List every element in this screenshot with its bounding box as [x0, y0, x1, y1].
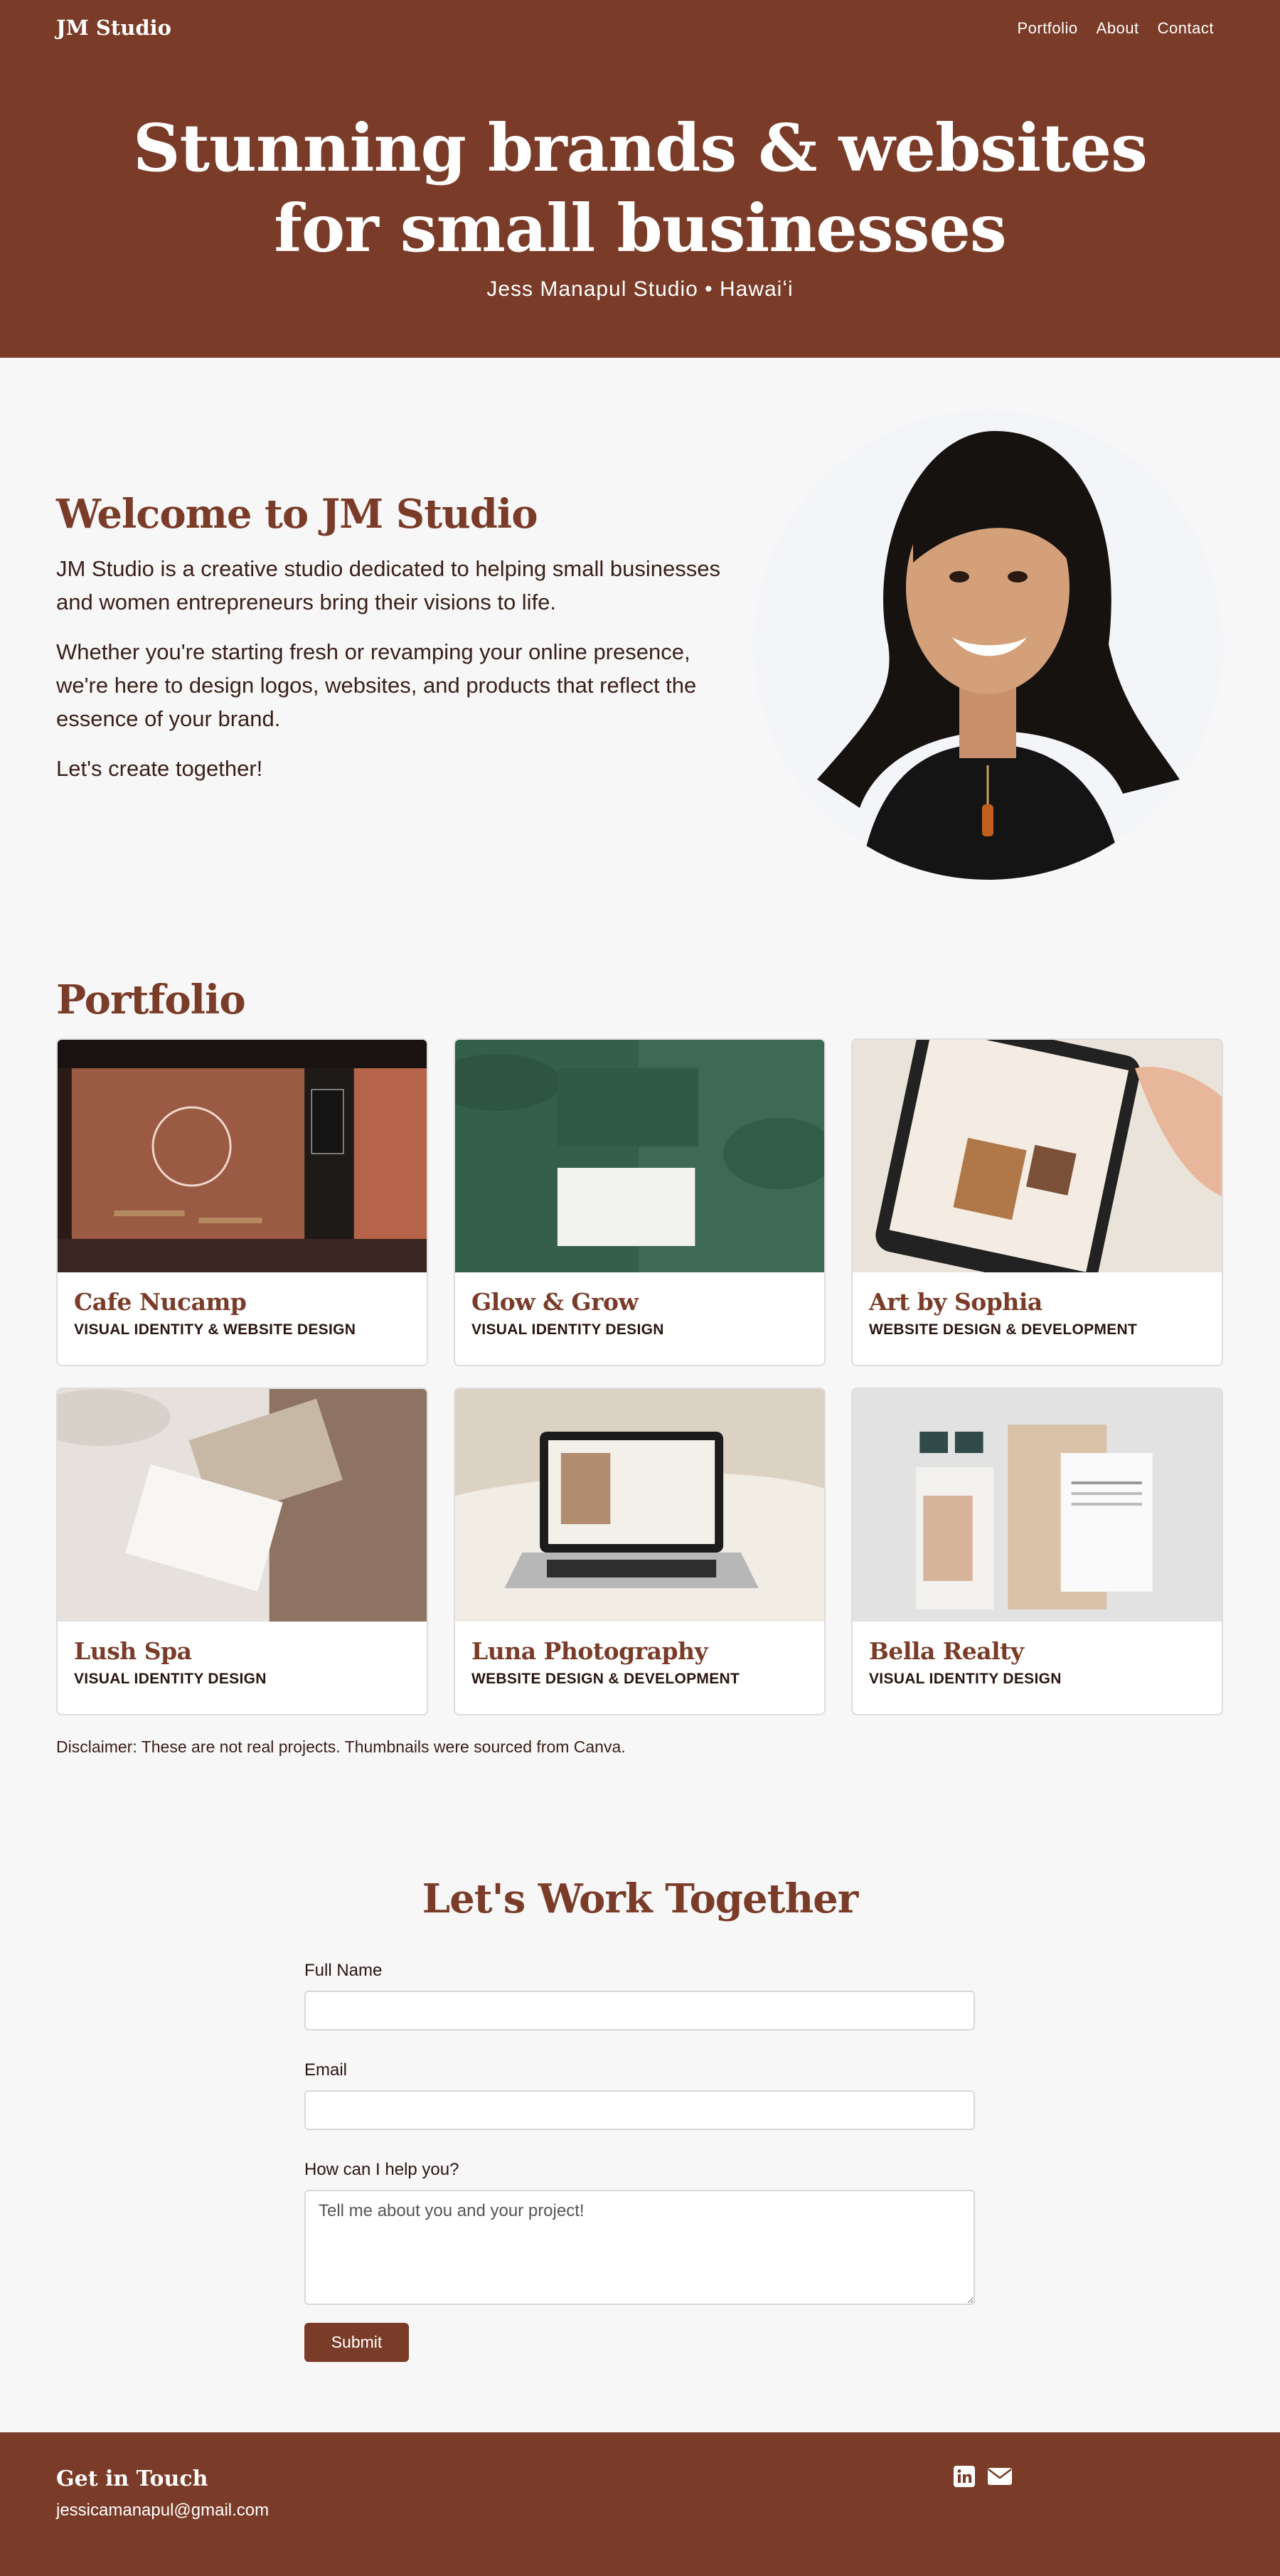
social-links	[953, 2465, 1013, 2491]
site-brand[interactable]: JM Studio	[56, 16, 171, 40]
portfolio-thumbnail	[853, 1040, 1222, 1272]
portfolio-card-tag: WEBSITE DESIGN & DEVELOPMENT	[471, 1671, 740, 1687]
portfolio-card-name: Art by Sophia	[869, 1288, 1042, 1316]
full-name-label: Full Name	[304, 1961, 383, 1980]
portfolio-card-cafe-nucamp[interactable]: Cafe Nucamp VISUAL IDENTITY & WEBSITE DE…	[56, 1038, 428, 1366]
hero-subtitle: Jess Manapul Studio • Hawaiʻi	[486, 277, 794, 301]
portfolio-card-art-by-sophia[interactable]: Art by Sophia WEBSITE DESIGN & DEVELOPME…	[851, 1038, 1223, 1366]
contact-form: Full Name Email How can I help you? Subm…	[304, 1961, 975, 2362]
portfolio-card-tag: VISUAL IDENTITY & WEBSITE DESIGN	[74, 1321, 356, 1338]
portfolio-card-name: Bella Realty	[869, 1637, 1024, 1665]
portfolio-card-lush-spa[interactable]: Lush Spa VISUAL IDENTITY DESIGN	[56, 1388, 428, 1715]
welcome-paragraph-3: Let's create together!	[56, 756, 263, 781]
hero-title: Stunning brands & websites for small bus…	[0, 108, 1280, 269]
welcome-title: Welcome to JM Studio	[56, 491, 538, 538]
portfolio-title: Portfolio	[56, 976, 246, 1023]
portfolio-card-name: Lush Spa	[74, 1637, 192, 1665]
full-name-input[interactable]	[304, 1991, 975, 2031]
submit-button[interactable]: Submit	[304, 2323, 409, 2362]
portfolio-card-name: Luna Photography	[471, 1637, 708, 1665]
portfolio-card-name: Cafe Nucamp	[74, 1288, 247, 1316]
portrait-photo	[753, 410, 1223, 880]
portfolio-card-name: Glow & Grow	[471, 1288, 639, 1316]
nav-link-portfolio[interactable]: Portfolio	[1017, 19, 1077, 38]
portfolio-card-tag: VISUAL IDENTITY DESIGN	[471, 1321, 664, 1338]
portfolio-thumbnail	[58, 1040, 427, 1272]
envelope-icon[interactable]	[987, 2465, 1013, 2491]
welcome-paragraph-2: Whether you're starting fresh or revampi…	[56, 639, 697, 731]
welcome-paragraph-1: JM Studio is a creative studio dedicated…	[56, 556, 720, 614]
portfolio-card-tag: WEBSITE DESIGN & DEVELOPMENT	[869, 1321, 1138, 1338]
nav-link-about[interactable]: About	[1097, 19, 1139, 38]
portfolio-card-glow-grow[interactable]: Glow & Grow VISUAL IDENTITY DESIGN	[454, 1038, 826, 1366]
portfolio-thumbnail	[455, 1389, 824, 1622]
portfolio-thumbnail	[58, 1389, 427, 1622]
main-nav: Portfolio About Contact	[1017, 19, 1214, 38]
portfolio-card-luna-photography[interactable]: Luna Photography WEBSITE DESIGN & DEVELO…	[454, 1388, 826, 1715]
portfolio-card-tag: VISUAL IDENTITY DESIGN	[74, 1671, 267, 1687]
portfolio-thumbnail	[455, 1040, 824, 1272]
email-input[interactable]	[304, 2090, 975, 2130]
site-footer: Get in Touch jessicamanapul@gmail.com	[0, 2432, 1280, 2576]
footer-email[interactable]: jessicamanapul@gmail.com	[56, 2501, 269, 2521]
message-label: How can I help you?	[304, 2160, 459, 2179]
portfolio-thumbnail	[853, 1389, 1222, 1622]
portfolio-card-bella-realty[interactable]: Bella Realty VISUAL IDENTITY DESIGN	[851, 1388, 1223, 1715]
welcome-section: Welcome to JM Studio JM Studio is a crea…	[56, 491, 725, 802]
portfolio-card-tag: VISUAL IDENTITY DESIGN	[869, 1671, 1062, 1687]
hero-title-line2: for small businesses	[274, 190, 1006, 267]
linkedin-icon[interactable]	[953, 2465, 976, 2491]
email-label: Email	[304, 2060, 348, 2080]
contact-title: Let's Work Together	[422, 1875, 859, 1922]
portfolio-disclaimer: Disclaimer: These are not real projects.…	[56, 1737, 626, 1756]
nav-link-contact[interactable]: Contact	[1158, 19, 1214, 38]
portfolio-grid: Cafe Nucamp VISUAL IDENTITY & WEBSITE DE…	[56, 1038, 1223, 1715]
hero-title-line1: Stunning brands & websites	[133, 110, 1148, 186]
footer-title: Get in Touch	[56, 2466, 208, 2491]
hero-banner: JM Studio Portfolio About Contact Stunni…	[0, 0, 1280, 358]
message-textarea[interactable]	[304, 2190, 975, 2305]
